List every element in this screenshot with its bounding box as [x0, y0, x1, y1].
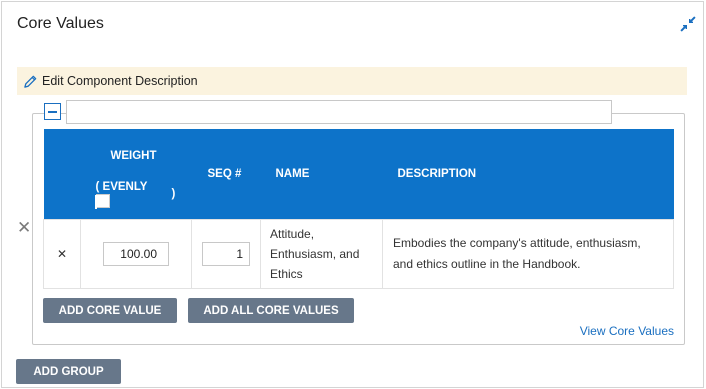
group-name-input[interactable]: [66, 100, 612, 124]
close-icon[interactable]: ✕: [17, 219, 31, 236]
table-header-row: WEIGHT ( EVENLY ) SEQ # NAME DESCRIPTION: [43, 129, 674, 220]
weight-cell: [80, 219, 192, 289]
header-weight-label: WEIGHT: [110, 150, 157, 162]
header-seq: SEQ #: [191, 129, 261, 220]
seq-input[interactable]: [202, 242, 250, 266]
description-cell: Embodies the company's attitude, enthusi…: [382, 219, 674, 289]
minus-square-icon[interactable]: [44, 103, 61, 120]
edit-component-description-label: Edit Component Description: [42, 74, 198, 88]
name-cell: Attitude, Enthusiasm, and Ethics: [260, 219, 383, 289]
pencil-icon: [23, 74, 38, 89]
header-name: NAME: [260, 129, 383, 220]
core-values-table: WEIGHT ( EVENLY ) SEQ # NAME DESCRIPTION…: [43, 129, 674, 289]
header-description: DESCRIPTION: [382, 129, 674, 220]
header-weight-evenly-label: ( EVENLY: [95, 181, 148, 193]
seq-cell: [191, 219, 261, 289]
header-weight: WEIGHT ( EVENLY ): [80, 129, 192, 220]
weight-evenly-checkbox[interactable]: [94, 194, 110, 209]
header-remove-column: [43, 129, 81, 220]
add-all-core-values-button[interactable]: ADD ALL CORE VALUES: [188, 298, 354, 323]
header-weight-evenly-close: ): [171, 188, 176, 200]
add-group-button[interactable]: ADD GROUP: [16, 359, 121, 384]
collapse-arrows-icon[interactable]: [680, 16, 696, 32]
view-core-values-link[interactable]: View Core Values: [580, 324, 674, 338]
edit-component-description-bar[interactable]: Edit Component Description: [17, 67, 687, 95]
add-core-value-button[interactable]: ADD CORE VALUE: [43, 298, 177, 323]
table-row: ✕ Attitude, Enthusiasm, and Ethics Embod…: [43, 219, 674, 289]
row-remove-close-icon[interactable]: ✕: [43, 219, 81, 289]
weight-input[interactable]: [103, 242, 169, 266]
panel-title: Core Values: [17, 15, 104, 32]
